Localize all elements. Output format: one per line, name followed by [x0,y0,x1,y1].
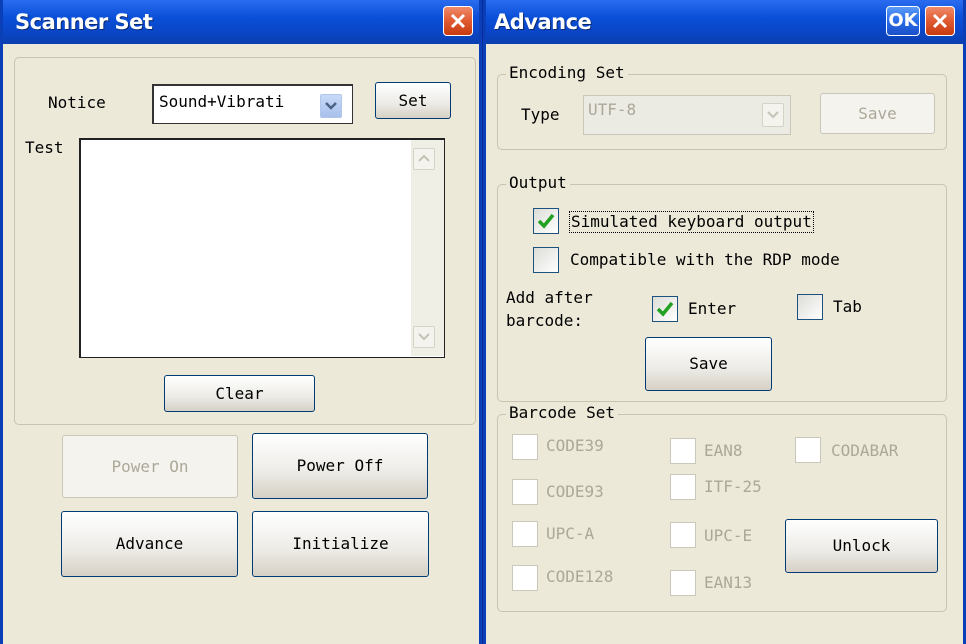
notice-dropdown-button[interactable] [320,94,342,118]
close-icon [932,13,948,29]
type-value: UTF-8 [588,100,637,119]
ean13-checkbox[interactable] [670,570,696,596]
test-scrollbar[interactable] [411,140,444,356]
encoding-set-title: Encoding Set [506,63,628,83]
upca-checkbox[interactable] [512,521,538,547]
scroll-down-button[interactable] [413,326,435,348]
checkmark-icon [656,301,674,317]
barcode-set-title: Barcode Set [506,403,618,423]
clear-button[interactable]: Clear [164,375,315,412]
chevron-up-icon [418,154,430,162]
type-label: Type [521,105,560,124]
enter-label[interactable]: Enter [688,299,736,319]
scroll-up-button[interactable] [413,148,435,170]
chevron-down-icon [418,333,430,341]
code39-checkbox[interactable] [512,434,538,460]
type-select[interactable]: UTF-8 [583,95,791,135]
power-on-button[interactable]: Power On [62,435,238,498]
ean8-label[interactable]: EAN8 [704,441,743,461]
notice-select[interactable]: Sound+Vibrati [152,84,353,124]
chevron-down-icon [767,111,779,119]
upca-label[interactable]: UPC-A [546,524,594,544]
rdp-mode-label[interactable]: Compatible with the RDP mode [570,250,840,270]
checkmark-icon [537,213,555,229]
ean13-label[interactable]: EAN13 [704,573,752,593]
simulated-keyboard-checkbox[interactable] [533,208,559,234]
advance-window: Advance OK Encoding Set Type UTF-8 Save … [483,0,966,644]
close-icon [450,13,466,29]
ean8-checkbox[interactable] [670,438,696,464]
window-title: Scanner Set [15,10,153,34]
code93-checkbox[interactable] [512,479,538,505]
itf25-checkbox[interactable] [670,474,696,500]
output-title: Output [506,173,570,193]
upce-checkbox[interactable] [670,522,696,548]
output-save-button[interactable]: Save [645,337,772,391]
close-button[interactable] [925,6,955,36]
tab-checkbox[interactable] [797,294,823,320]
scanner-set-window: Scanner Set Notice Sound+Vibrati Set Tes… [0,0,482,644]
code128-label[interactable]: CODE128 [546,567,613,587]
initialize-button[interactable]: Initialize [252,511,429,577]
code93-label[interactable]: CODE93 [546,482,604,502]
codabar-label[interactable]: CODABAR [831,441,898,461]
ok-button[interactable]: OK [886,6,920,36]
test-textarea[interactable] [79,138,445,358]
simulated-keyboard-label[interactable]: Simulated keyboard output [569,211,814,233]
close-button[interactable] [443,6,473,36]
encoding-save-button[interactable]: Save [820,93,935,134]
scanner-titlebar[interactable]: Scanner Set [3,0,479,44]
tab-label[interactable]: Tab [833,297,862,317]
test-label: Test [25,138,64,157]
unlock-button[interactable]: Unlock [785,519,938,573]
type-dropdown-button[interactable] [762,103,784,127]
power-off-button[interactable]: Power Off [252,433,428,499]
advance-titlebar[interactable]: Advance OK [486,0,963,44]
advance-button[interactable]: Advance [61,511,238,577]
chevron-down-icon [325,102,337,110]
rdp-mode-checkbox[interactable] [533,247,559,273]
enter-checkbox[interactable] [652,296,678,322]
code128-checkbox[interactable] [512,565,538,591]
code39-label[interactable]: CODE39 [546,436,604,456]
notice-label: Notice [48,93,106,112]
upce-label[interactable]: UPC-E [704,526,752,546]
codabar-checkbox[interactable] [795,437,821,463]
set-button[interactable]: Set [375,82,451,119]
itf25-label[interactable]: ITF-25 [704,477,762,497]
add-after-label-line2: barcode: [506,311,584,330]
window-title: Advance [494,10,592,34]
add-after-label: Add after [506,288,593,307]
notice-value: Sound+Vibrati [159,92,285,111]
